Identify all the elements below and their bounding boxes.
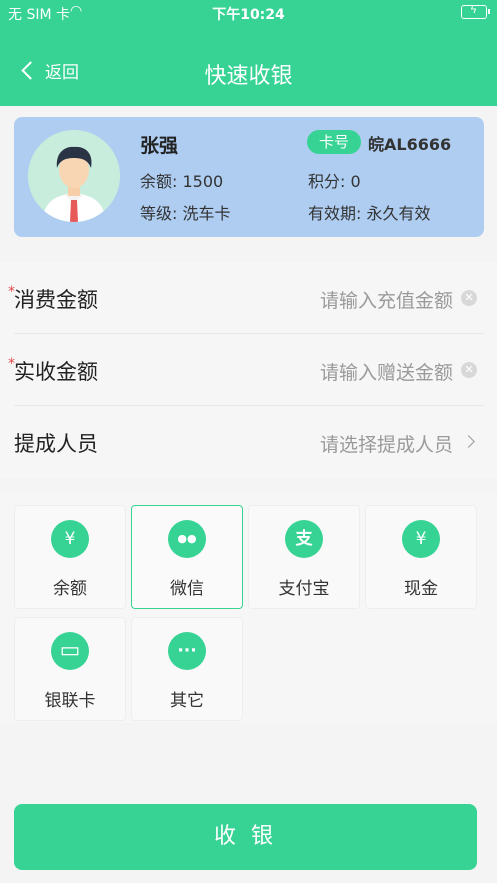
payment-other[interactable]: ··· 其它 (131, 617, 243, 721)
checkout-button[interactable]: 收 银 (14, 804, 477, 870)
member-validity: 有效期: 永久有效 (308, 204, 431, 223)
payment-label: 微信 (170, 579, 204, 599)
card-number: 皖AL6666 (368, 135, 452, 154)
avatar (28, 130, 120, 222)
commission-staff-label: 提成人员 (14, 432, 98, 456)
payment-label: 现金 (404, 579, 438, 599)
member-name: 张强 (140, 135, 179, 157)
payment-balance[interactable]: ¥ 余额 (14, 505, 126, 609)
consume-amount-label: 消费金额 (14, 288, 98, 312)
payment-label: 支付宝 (278, 579, 330, 599)
received-amount-input[interactable]: 请输入赠送金额 (320, 358, 453, 385)
member-level: 等级: 洗车卡 (140, 204, 231, 223)
wechat-icon: ●● (168, 520, 206, 558)
clear-icon[interactable]: ✕ (461, 362, 477, 378)
more-icon: ··· (168, 632, 206, 670)
chevron-right-icon (462, 435, 475, 448)
received-amount-row[interactable]: * 实收金额 请输入赠送金额 ✕ (0, 334, 497, 406)
clear-icon[interactable]: ✕ (461, 290, 477, 306)
bank-card-icon: ▭ (51, 632, 89, 670)
yen-icon: ¥ (51, 520, 89, 558)
payment-alipay[interactable]: 支 支付宝 (248, 505, 360, 609)
amount-form: * 消费金额 请输入充值金额 ✕ * 实收金额 请输入赠送金额 ✕ 提成人员 请… (0, 262, 497, 478)
member-card: 张强 余额: 1500 等级: 洗车卡 卡号 皖AL6666 积分: 0 有效期… (14, 117, 484, 237)
money-bag-icon: ¥ (402, 520, 440, 558)
header: 无 SIM 卡 ◠ 下午10:24 ϟ 返回 快速收银 (0, 0, 497, 106)
payment-method-grid: ¥ 余额 ●● 微信 支 支付宝 ¥ 现金 ▭ 银联卡 ··· 其它 (0, 493, 497, 723)
page-title: 快速收银 (204, 64, 293, 89)
payment-wechat[interactable]: ●● 微信 (131, 505, 243, 609)
status-bar: 无 SIM 卡 ◠ 下午10:24 ϟ (0, 0, 497, 26)
payment-label: 银联卡 (44, 691, 96, 711)
received-amount-label: 实收金额 (14, 360, 98, 384)
alipay-icon: 支 (285, 520, 323, 558)
payment-unionpay[interactable]: ▭ 银联卡 (14, 617, 126, 721)
card-number-tag: 卡号 (307, 130, 361, 154)
commission-staff-row[interactable]: 提成人员 请选择提成人员 (0, 406, 497, 478)
battery-icon: ϟ (461, 3, 490, 19)
commission-staff-select[interactable]: 请选择提成人员 (320, 430, 453, 457)
member-balance: 余额: 1500 (140, 172, 224, 191)
consume-amount-input[interactable]: 请输入充值金额 (320, 286, 453, 313)
payment-label: 余额 (53, 579, 87, 599)
consume-amount-row[interactable]: * 消费金额 请输入充值金额 ✕ (0, 262, 497, 334)
clock: 下午10:24 (212, 7, 285, 23)
member-points: 积分: 0 (308, 172, 361, 191)
payment-label: 其它 (170, 691, 204, 711)
payment-cash[interactable]: ¥ 现金 (365, 505, 477, 609)
